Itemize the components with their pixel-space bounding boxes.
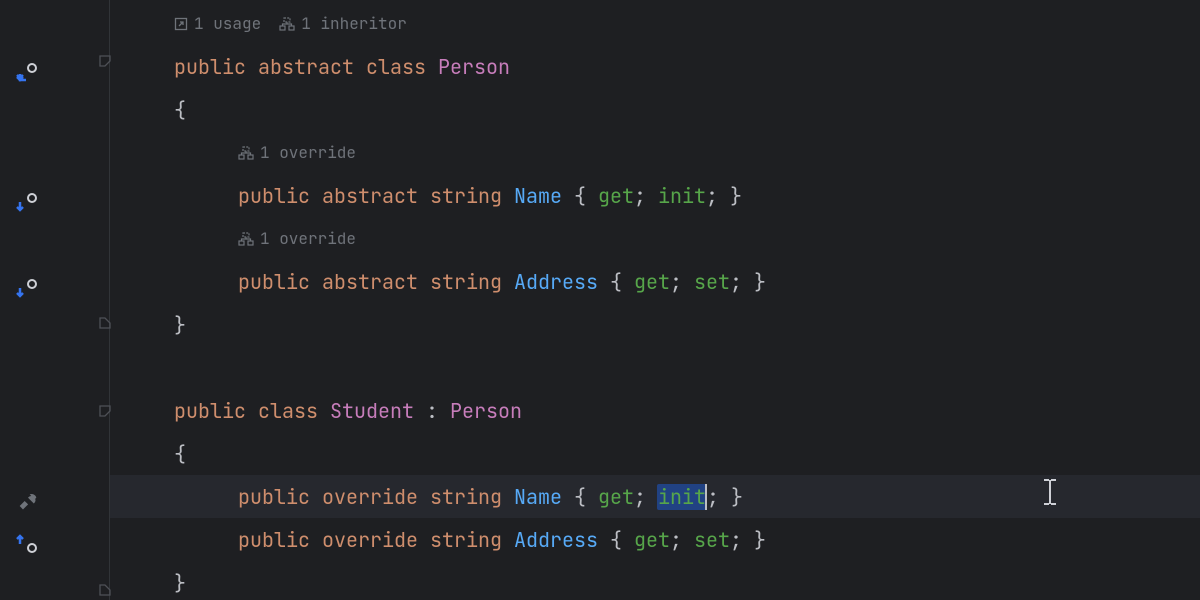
property-name: Address bbox=[514, 527, 598, 553]
override-down-icon[interactable] bbox=[14, 58, 42, 86]
override-down-icon[interactable] bbox=[14, 274, 42, 302]
property-name: Address bbox=[514, 269, 598, 295]
type-name: Person bbox=[438, 54, 510, 80]
override-label: 1 override bbox=[260, 228, 356, 249]
code-line[interactable]: } bbox=[110, 561, 1200, 600]
brace: { bbox=[174, 97, 186, 123]
arrow-out-icon bbox=[174, 17, 188, 31]
code-line[interactable]: public abstract class Person bbox=[110, 45, 1200, 88]
property-name: Name bbox=[514, 183, 562, 209]
inheritor-hint[interactable]: 1 inheritor bbox=[279, 13, 407, 34]
gutter-outline bbox=[60, 0, 110, 600]
code-lens[interactable]: 1 override bbox=[110, 131, 1200, 174]
gutter-icons bbox=[0, 0, 60, 600]
code-line[interactable]: } bbox=[110, 303, 1200, 346]
inheritor-icon bbox=[238, 146, 254, 160]
code-line[interactable]: public abstract string Address { get; se… bbox=[110, 260, 1200, 303]
keyword: abstract bbox=[258, 54, 354, 80]
selection: init bbox=[657, 484, 707, 510]
inheritor-icon bbox=[238, 232, 254, 246]
override-up-icon[interactable] bbox=[14, 530, 42, 558]
override-down-icon[interactable] bbox=[14, 188, 42, 216]
override-hint[interactable]: 1 override bbox=[238, 228, 356, 249]
inheritor-label: 1 inheritor bbox=[301, 13, 407, 34]
override-hint[interactable]: 1 override bbox=[238, 142, 356, 163]
keyword: public bbox=[174, 54, 246, 80]
code-line-current[interactable]: public override string Name { get; init;… bbox=[110, 475, 1200, 518]
brace: } bbox=[174, 570, 186, 596]
code-line[interactable] bbox=[110, 346, 1200, 389]
keyword: class bbox=[366, 54, 426, 80]
brace: { bbox=[174, 441, 186, 467]
code-line[interactable]: public abstract string Name { get; init;… bbox=[110, 174, 1200, 217]
usage-label: 1 usage bbox=[194, 13, 261, 34]
type-name: Person bbox=[450, 398, 522, 424]
inheritor-icon bbox=[279, 17, 295, 31]
property-name: Name bbox=[514, 484, 562, 510]
code-line[interactable]: { bbox=[110, 88, 1200, 131]
mouse-ibeam-cursor bbox=[1040, 478, 1060, 506]
code-lens[interactable]: 1 override bbox=[110, 217, 1200, 260]
brace: } bbox=[174, 312, 186, 338]
override-label: 1 override bbox=[260, 142, 356, 163]
code-line[interactable]: { bbox=[110, 432, 1200, 475]
code-line[interactable]: public class Student : Person bbox=[110, 389, 1200, 432]
code-editor[interactable]: 1 usage 1 inheritor public abstract clas… bbox=[0, 0, 1200, 600]
code-text-area[interactable]: 1 usage 1 inheritor public abstract clas… bbox=[110, 0, 1200, 600]
build-icon[interactable] bbox=[14, 487, 42, 515]
usage-hint[interactable]: 1 usage bbox=[174, 13, 261, 34]
code-lens[interactable]: 1 usage 1 inheritor bbox=[110, 2, 1200, 45]
code-line[interactable]: public override string Address { get; se… bbox=[110, 518, 1200, 561]
type-name: Student bbox=[330, 398, 414, 424]
